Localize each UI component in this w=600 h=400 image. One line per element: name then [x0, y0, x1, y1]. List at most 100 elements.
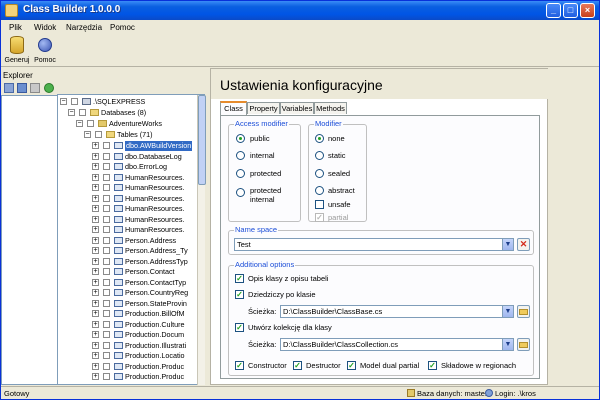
tree-node-databases[interactable]: − Databases (8) — [58, 108, 204, 118]
tree-node-table[interactable]: + Person.StateProvin — [58, 299, 204, 309]
checkbox[interactable] — [103, 268, 110, 275]
expand-icon[interactable]: + — [92, 184, 99, 191]
tab-class[interactable]: Class — [220, 101, 247, 115]
expand-icon[interactable]: + — [92, 373, 99, 380]
checkbox[interactable] — [103, 299, 110, 307]
tree-node-table[interactable]: + Production.Locatio — [58, 351, 204, 361]
checkbox[interactable] — [103, 152, 110, 160]
tree-node-table[interactable]: + HumanResources. — [58, 225, 204, 235]
chevron-down-icon[interactable]: ▼ — [502, 306, 513, 317]
refresh-icon[interactable] — [44, 83, 54, 93]
tree-node-database[interactable]: − AdventureWorks — [58, 119, 204, 129]
checkbox[interactable] — [103, 257, 110, 265]
tree-node-table[interactable]: + Production.Produc — [58, 372, 204, 382]
checkbox[interactable] — [103, 236, 110, 244]
tree-node-server[interactable]: − .\SQLEXPRESS — [58, 97, 204, 107]
menu-plik[interactable]: Plik — [9, 23, 22, 32]
expand-icon[interactable]: + — [92, 247, 99, 254]
collapse-icon[interactable]: − — [68, 109, 75, 116]
checkbox[interactable] — [103, 247, 110, 254]
chevron-down-icon[interactable]: ▼ — [502, 239, 513, 250]
tab-property[interactable]: Property — [247, 102, 280, 114]
tab-variables[interactable]: Variables — [280, 102, 314, 114]
tree-node-table[interactable]: + Production.BillOfM — [58, 309, 204, 319]
browse-base-button[interactable] — [517, 305, 530, 318]
collapse-icon[interactable]: − — [84, 131, 91, 138]
checkbox[interactable] — [103, 352, 110, 359]
menu-pomoc[interactable]: Pomoc — [110, 23, 135, 32]
checkbox[interactable] — [103, 341, 110, 349]
tree-node-table[interactable]: + Person.Contact — [58, 267, 204, 277]
browse-collection-button[interactable] — [517, 338, 530, 351]
expand-icon[interactable]: + — [92, 278, 99, 286]
expand-icon[interactable]: + — [92, 173, 99, 181]
tree-node-table[interactable]: + Production.Illustrati — [58, 341, 204, 351]
create-collection-checkbox[interactable]: ✓ — [235, 323, 244, 332]
tree-node-table[interactable]: + HumanResources. — [58, 194, 204, 204]
checkbox[interactable] — [103, 278, 110, 286]
destructor-checkbox[interactable]: ✓ — [293, 361, 302, 370]
close-button[interactable]: × — [580, 3, 595, 18]
menu-widok[interactable]: Widok — [34, 23, 56, 32]
expand-icon[interactable]: + — [92, 163, 99, 170]
checkbox[interactable] — [103, 362, 110, 370]
expand-icon[interactable]: + — [92, 205, 99, 212]
expand-icon[interactable]: + — [92, 152, 99, 160]
checkbox[interactable] — [103, 373, 110, 380]
checkbox[interactable] — [79, 109, 86, 116]
tree-node-table[interactable]: + HumanResources. — [58, 215, 204, 225]
tree-node-table[interactable]: + Production.Docum — [58, 330, 204, 340]
radio-none[interactable] — [315, 134, 324, 143]
checkbox[interactable] — [103, 215, 110, 223]
tree-node-table[interactable]: + dbo.AWBuildVersion — [58, 141, 204, 151]
expand-icon[interactable]: + — [92, 215, 99, 223]
tree-node-table[interactable]: + HumanResources. — [58, 173, 204, 183]
expand-icon[interactable]: + — [92, 310, 99, 317]
namespace-combo[interactable]: Test ▼ — [234, 238, 514, 251]
dual-partial-checkbox[interactable]: ✓ — [347, 361, 356, 370]
tree-node-table[interactable]: + Production.Produc — [58, 362, 204, 372]
checkbox[interactable] — [103, 194, 110, 202]
radio-protected-internal[interactable] — [236, 188, 245, 197]
checkbox[interactable] — [103, 173, 110, 181]
radio-sealed[interactable] — [315, 169, 324, 178]
checkbox[interactable] — [103, 289, 110, 296]
expand-icon[interactable]: + — [92, 331, 99, 338]
collapse-icon[interactable]: − — [60, 98, 67, 105]
tree-node-table[interactable]: + dbo.DatabaseLog — [58, 152, 204, 162]
checkbox[interactable] — [103, 205, 110, 212]
tree-node-tables[interactable]: − Tables (71) — [58, 130, 204, 140]
radio-protected[interactable] — [236, 169, 245, 178]
expand-icon[interactable]: + — [92, 320, 99, 328]
sort-desc-icon[interactable] — [17, 83, 27, 93]
expand-icon[interactable]: + — [92, 352, 99, 359]
tree-node-table[interactable]: + dbo.ErrorLog — [58, 162, 204, 172]
list-icon[interactable] — [30, 83, 40, 93]
expand-icon[interactable]: + — [92, 226, 99, 233]
checkbox[interactable] — [103, 310, 110, 317]
tree-node-table[interactable]: + Person.AddressTyp — [58, 257, 204, 267]
tab-methods[interactable]: Methods — [314, 102, 347, 114]
minimize-button[interactable]: _ — [546, 3, 561, 18]
maximize-button[interactable]: □ — [563, 3, 578, 18]
expand-icon[interactable]: + — [92, 194, 99, 202]
constructor-checkbox[interactable]: ✓ — [235, 361, 244, 370]
generate-button[interactable]: Generuj — [3, 36, 31, 66]
checkbox[interactable] — [103, 320, 110, 328]
checkbox[interactable] — [87, 120, 94, 127]
tree-node-table[interactable]: + HumanResources. — [58, 204, 204, 214]
tree-node-table[interactable]: + Person.ContactTyp — [58, 278, 204, 288]
title-bar[interactable]: Class Builder 1.0.0.0 _ □ × — [1, 1, 599, 20]
radio-abstract[interactable] — [315, 186, 324, 195]
expand-icon[interactable]: + — [92, 289, 99, 296]
inherits-checkbox[interactable]: ✓ — [235, 290, 244, 299]
checkbox[interactable] — [103, 331, 110, 338]
partial-checkbox[interactable]: ✓ — [315, 213, 324, 222]
sort-icon[interactable] — [4, 83, 14, 93]
checkbox[interactable] — [103, 184, 110, 191]
checkbox[interactable] — [103, 226, 110, 233]
checkbox[interactable] — [103, 142, 110, 149]
tree-node-table[interactable]: + Person.Address — [58, 236, 204, 246]
expand-icon[interactable]: + — [92, 142, 99, 149]
radio-public[interactable] — [236, 134, 245, 143]
